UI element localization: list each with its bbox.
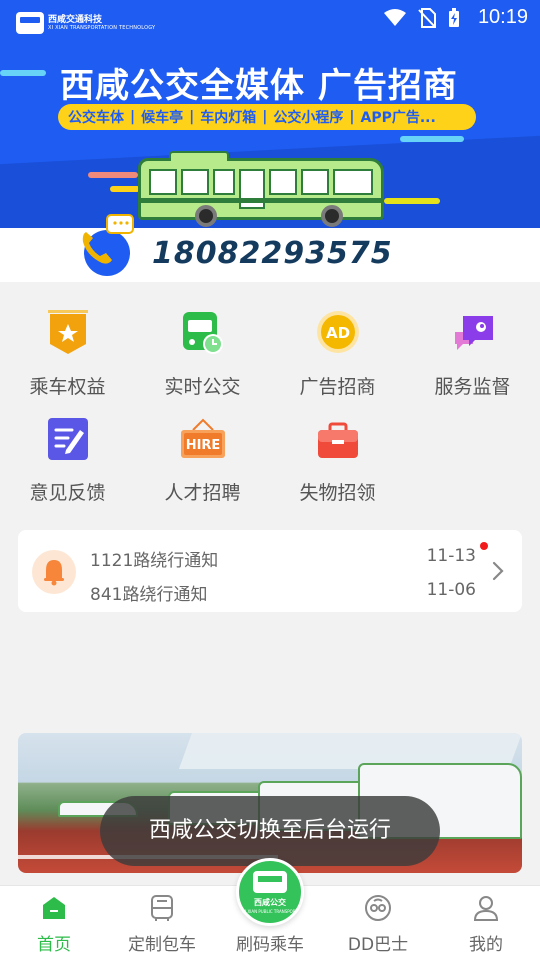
nav-charter[interactable]: 定制包车 — [108, 886, 216, 960]
brand-name: 西咸交通科技 — [48, 15, 103, 25]
service-label: 失物招领 — [299, 482, 376, 504]
bus-clock-icon — [183, 312, 223, 354]
nav-label: 我的 — [469, 935, 503, 955]
banner-tag: 候车亭 — [141, 110, 184, 126]
hire-sign-icon: HIRE — [181, 418, 225, 458]
service-realtime-bus[interactable]: 实时公交 — [135, 300, 270, 400]
bus-illustration — [138, 151, 384, 227]
tag-separator: | — [130, 109, 136, 125]
banner-tag: 车内灯箱 — [200, 110, 257, 126]
bus-window — [181, 169, 209, 195]
tag-separator: | — [349, 109, 355, 125]
banner-tags: 公交车体 | 候车亭 | 车内灯箱 | 公交小程序 | APP广告... — [58, 104, 476, 130]
service-label: 服务监督 — [434, 376, 511, 398]
edit-note-icon — [48, 418, 88, 460]
service-label: 广告招商 — [299, 376, 376, 398]
scan-ride-icon — [253, 871, 287, 893]
bus-window — [269, 169, 297, 195]
tag-separator: | — [189, 109, 195, 125]
status-bar: 西咸交通科技 XI XIAN TRANSPORTATION TECHNOLOGY… — [0, 0, 540, 38]
bus-window — [333, 169, 373, 195]
bus-wheel — [321, 205, 343, 227]
notice-title[interactable]: 841路绕行通知 — [90, 580, 207, 605]
banner-tag: APP广告... — [360, 110, 436, 126]
bus-wheel — [195, 205, 217, 227]
status-time: 10:19 — [477, 6, 528, 28]
scan-ride-button[interactable]: 西咸公交 XI XIAN PUBLIC TRANSPORT — [236, 858, 304, 926]
bus-window — [301, 169, 329, 195]
notice-date: 11-06 — [426, 580, 476, 600]
service-feedback[interactable]: 意见反馈 — [0, 406, 135, 506]
brand-bus-icon — [16, 12, 44, 34]
service-label: 人才招聘 — [164, 482, 241, 504]
service-lost-found[interactable]: 失物招领 — [270, 406, 405, 506]
nav-label: 定制包车 — [128, 935, 196, 955]
banner-tag: 公交小程序 — [273, 110, 344, 126]
service-recruitment[interactable]: HIRE 人才招聘 — [135, 406, 270, 506]
bus-roof — [169, 151, 229, 161]
nav-label: 首页 — [37, 935, 71, 955]
phone-strip[interactable]: 18082293575 — [0, 214, 540, 282]
service-label: 意见反馈 — [29, 482, 106, 504]
badge-star-icon — [48, 310, 88, 354]
notice-card[interactable]: 1121路绕行通知 11-13 841路绕行通知 11-06 — [18, 530, 522, 612]
chat-eye-icon — [455, 316, 493, 350]
service-supervision[interactable]: 服务监督 — [405, 300, 540, 400]
scan-logo-text: 西咸公交 — [254, 898, 286, 907]
banner-title: 西咸公交全媒体 广告招商 — [60, 66, 458, 106]
ad-badge-icon: AD — [317, 311, 359, 353]
banner-tag: 公交车体 — [68, 110, 124, 126]
svg-text:AD: AD — [326, 324, 350, 342]
svg-text:HIRE: HIRE — [186, 438, 221, 453]
tag-separator: | — [262, 109, 268, 125]
decor-stripe — [384, 198, 440, 204]
scan-logo-sub: XI XIAN PUBLIC TRANSPORT — [242, 909, 298, 914]
bus-front-icon — [151, 895, 173, 921]
unread-dot — [480, 542, 488, 550]
chevron-right-icon[interactable] — [488, 560, 508, 582]
battery-charging-icon — [448, 7, 459, 27]
decor-stripe — [400, 136, 464, 142]
bell-icon — [32, 550, 76, 594]
service-ad-investment[interactable]: AD 广告招商 — [270, 300, 405, 400]
nav-label: 刷码乘车 — [236, 935, 304, 955]
user-icon — [473, 896, 499, 921]
home-icon — [43, 897, 65, 919]
service-ride-benefits[interactable]: 乘车权益 — [0, 300, 135, 400]
no-sim-icon — [418, 7, 436, 28]
nav-home[interactable]: 首页 — [0, 886, 108, 960]
phone-call-icon — [82, 214, 134, 276]
ad-banner[interactable]: 西咸交通科技 XI XIAN TRANSPORTATION TECHNOLOGY… — [0, 0, 540, 228]
service-label: 乘车权益 — [29, 376, 106, 398]
service-label: 实时公交 — [164, 376, 241, 398]
dd-bus-icon — [365, 895, 391, 921]
wifi-icon — [383, 8, 406, 26]
decor-stripe — [0, 70, 46, 76]
brand-sub: XI XIAN TRANSPORTATION TECHNOLOGY — [48, 25, 156, 31]
briefcase-icon — [318, 422, 358, 458]
brand-logo: 西咸交通科技 XI XIAN TRANSPORTATION TECHNOLOGY — [16, 12, 155, 34]
decor-stripe — [110, 186, 140, 192]
decor-stripe — [88, 172, 138, 178]
bus-door — [239, 169, 265, 209]
nav-dd-bus[interactable]: DD巴士 — [324, 886, 432, 960]
bus-stripe — [141, 198, 381, 203]
bus-window — [149, 169, 177, 195]
nav-label: DD巴士 — [347, 935, 409, 955]
notice-title[interactable]: 1121路绕行通知 — [90, 546, 218, 571]
notice-date: 11-13 — [426, 546, 476, 566]
phone-number[interactable]: 18082293575 — [152, 236, 393, 271]
nav-mine[interactable]: 我的 — [432, 886, 540, 960]
bus-window — [213, 169, 235, 195]
toast-message: 西咸公交切换至后台运行 — [100, 796, 440, 866]
